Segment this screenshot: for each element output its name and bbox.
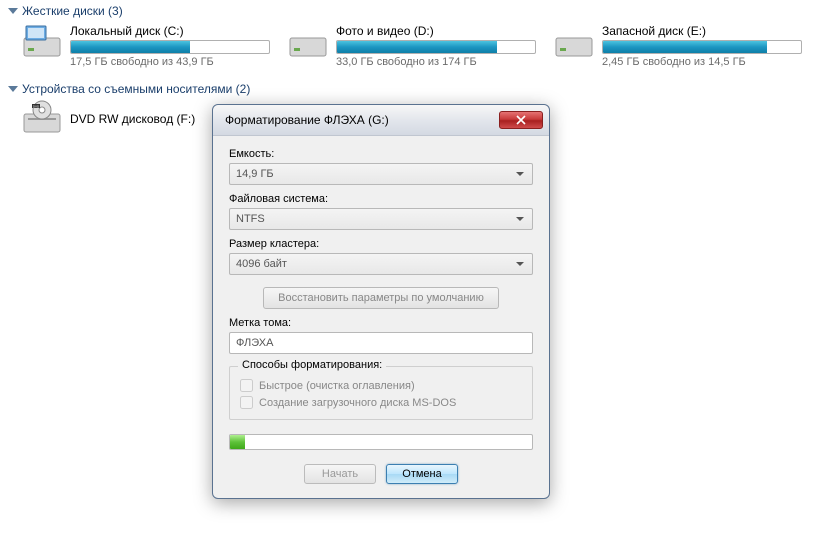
drive-usage-fill	[337, 41, 497, 53]
volume-label: Метка тома:	[229, 317, 533, 329]
drive-status: 2,45 ГБ свободно из 14,5 ГБ	[602, 56, 802, 68]
volume-input[interactable]	[229, 332, 533, 354]
dialog-title-text: Форматирование ФЛЭХА (G:)	[225, 113, 499, 127]
capacity-combo[interactable]: 14,9 ГБ	[229, 163, 533, 185]
collapse-icon	[8, 86, 18, 92]
drive-usage-bar	[70, 40, 270, 54]
drive-item[interactable]: Запасной диск (E:) 2,45 ГБ свободно из 1…	[554, 22, 802, 68]
methods-legend: Способы форматирования:	[238, 359, 386, 371]
filesystem-label: Файловая система:	[229, 193, 533, 205]
close-icon	[516, 115, 526, 125]
drive-usage-fill	[71, 41, 190, 53]
hdd-icon	[22, 22, 62, 62]
format-progress	[229, 434, 533, 450]
capacity-label: Емкость:	[229, 148, 533, 160]
start-button[interactable]: Начать	[304, 464, 376, 484]
cluster-combo[interactable]: 4096 байт	[229, 253, 533, 275]
drive-usage-fill	[603, 41, 767, 53]
quick-format-checkbox[interactable]	[240, 379, 253, 392]
quick-format-label: Быстрое (очистка оглавления)	[259, 380, 415, 392]
collapse-icon	[8, 8, 18, 14]
svg-text:DVD: DVD	[33, 105, 40, 109]
msdos-row[interactable]: Создание загрузочного диска MS-DOS	[240, 396, 522, 409]
msdos-checkbox[interactable]	[240, 396, 253, 409]
section-header-removable[interactable]: Устройства со съемными носителями (2)	[0, 78, 831, 100]
quick-format-row[interactable]: Быстрое (очистка оглавления)	[240, 379, 522, 392]
msdos-label: Создание загрузочного диска MS-DOS	[259, 397, 456, 409]
drives-row: Локальный диск (C:) 17,5 ГБ свободно из …	[0, 22, 831, 68]
format-dialog: Форматирование ФЛЭХА (G:) Емкость: 14,9 …	[212, 104, 550, 499]
section-header-hdd[interactable]: Жесткие диски (3)	[0, 0, 831, 22]
drive-label: Локальный диск (C:)	[70, 24, 270, 38]
format-methods-fieldset: Способы форматирования: Быстрое (очистка…	[229, 366, 533, 420]
close-button[interactable]	[499, 111, 543, 129]
cluster-value: 4096 байт	[236, 258, 287, 270]
drive-label: Фото и видео (D:)	[336, 24, 536, 38]
section-title: Устройства со съемными носителями (2)	[22, 82, 250, 96]
progress-fill	[230, 435, 245, 449]
hdd-icon	[288, 22, 328, 62]
drive-label: Запасной диск (E:)	[602, 24, 802, 38]
drive-status: 33,0 ГБ свободно из 174 ГБ	[336, 56, 536, 68]
drive-item[interactable]: Локальный диск (C:) 17,5 ГБ свободно из …	[22, 22, 270, 68]
hdd-icon	[554, 22, 594, 62]
capacity-value: 14,9 ГБ	[236, 168, 274, 180]
dialog-titlebar[interactable]: Форматирование ФЛЭХА (G:)	[213, 105, 549, 136]
cancel-button[interactable]: Отмена	[386, 464, 458, 484]
filesystem-combo[interactable]: NTFS	[229, 208, 533, 230]
cluster-label: Размер кластера:	[229, 238, 533, 250]
section-title: Жесткие диски (3)	[22, 4, 123, 18]
filesystem-value: NTFS	[236, 213, 265, 225]
restore-defaults-button[interactable]: Восстановить параметры по умолчанию	[263, 287, 499, 309]
drive-status: 17,5 ГБ свободно из 43,9 ГБ	[70, 56, 270, 68]
drive-usage-bar	[336, 40, 536, 54]
drive-usage-bar	[602, 40, 802, 54]
drive-item[interactable]: Фото и видео (D:) 33,0 ГБ свободно из 17…	[288, 22, 536, 68]
dvd-drive-icon: DVD	[22, 100, 62, 140]
